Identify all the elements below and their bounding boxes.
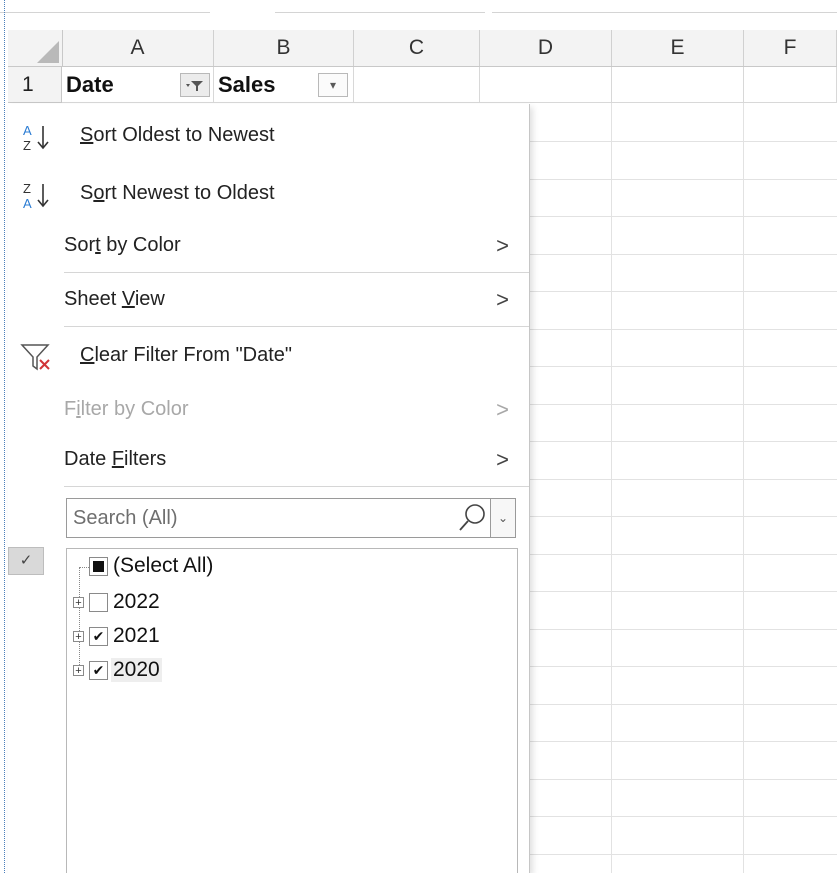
row-header-1[interactable]: 1 <box>8 67 62 103</box>
cell-a1[interactable]: Date <box>62 67 214 103</box>
filter-search-box: ⌄ <box>66 498 516 538</box>
list-item-2022[interactable]: + 2022 <box>67 587 367 619</box>
gridline-horizontal <box>528 816 837 817</box>
list-item-2020[interactable]: + ✔ 2020 <box>67 655 367 687</box>
cell-c1[interactable] <box>354 67 480 103</box>
list-item-label: 2020 <box>111 658 162 682</box>
list-item-label: (Select All) <box>113 554 214 577</box>
cell-d1[interactable] <box>480 67 612 103</box>
column-header-d[interactable]: D <box>480 30 612 66</box>
cell-f1[interactable] <box>744 67 837 103</box>
tree-connector-line <box>79 567 89 568</box>
gridline-horizontal <box>528 553 837 555</box>
gridline-horizontal <box>528 403 837 405</box>
menu-item-filter-by-color: Filter by Color > <box>8 386 529 436</box>
menu-item-sort-oldest-to-newest[interactable]: A Z Sort Oldest to Newest <box>8 112 529 162</box>
checkbox-checked[interactable]: ✔ <box>89 627 108 646</box>
gridline-horizontal <box>528 328 837 330</box>
menu-item-label: Sheet View <box>64 288 165 310</box>
cell-a1-text: Date <box>66 72 114 97</box>
column-header-b[interactable]: B <box>214 30 354 66</box>
chevron-down-icon: ▾ <box>329 78 337 92</box>
gridline-horizontal <box>528 216 837 217</box>
gridline-horizontal <box>528 591 837 592</box>
menu-separator <box>64 486 529 487</box>
gridline-vertical <box>743 103 744 873</box>
menu-item-sort-by-color[interactable]: Sort by Color > <box>8 222 529 272</box>
gridline-horizontal <box>528 516 837 517</box>
checkbox-checked[interactable]: ✔ <box>89 661 108 680</box>
top-strip <box>0 0 837 14</box>
list-item-2021[interactable]: + ✔ 2021 <box>67 621 367 653</box>
gridline-horizontal <box>528 291 837 292</box>
list-item-label: 2021 <box>113 624 160 647</box>
gridline-horizontal <box>528 178 837 180</box>
gridline-horizontal <box>528 141 837 142</box>
column-header-e[interactable]: E <box>612 30 744 66</box>
svg-text:Z: Z <box>23 138 31 153</box>
cell-e1[interactable] <box>612 67 744 103</box>
top-strip-segment <box>275 0 485 13</box>
cell-b1[interactable]: Sales ▾ <box>214 67 354 103</box>
gridline-horizontal <box>528 441 837 442</box>
submenu-arrow-icon: > <box>496 233 509 258</box>
filter-active-icon <box>186 81 203 91</box>
gridline-horizontal <box>528 741 837 742</box>
menu-item-sheet-view[interactable]: Sheet View > <box>8 276 529 326</box>
expand-plus-icon[interactable]: + <box>73 597 84 609</box>
menu-item-label: Sort by Color <box>64 234 181 256</box>
gridline-horizontal <box>528 703 837 705</box>
gridline-horizontal <box>528 666 837 667</box>
menu-item-label: Sort Newest to Oldest <box>80 182 275 204</box>
gridline-horizontal <box>528 253 837 255</box>
gridline-horizontal <box>528 853 837 855</box>
list-item-select-all[interactable]: (Select All) <box>67 551 367 583</box>
submenu-arrow-icon: > <box>496 397 509 422</box>
filter-dropdown-sales[interactable]: ▾ <box>318 73 348 97</box>
menu-item-label: Filter by Color <box>64 398 189 420</box>
gridline-horizontal <box>528 478 837 480</box>
gridline-horizontal <box>528 778 837 780</box>
column-header-f[interactable]: F <box>744 30 837 66</box>
menu-item-label: Date Filters <box>64 448 167 470</box>
gridline-horizontal <box>528 366 837 367</box>
menu-separator <box>64 272 529 273</box>
sort-descending-icon: Z A <box>23 181 49 211</box>
svg-text:A: A <box>23 123 32 138</box>
menu-item-label: Clear Filter From "Date" <box>80 344 293 366</box>
select-all-corner[interactable] <box>8 30 63 67</box>
checkbox-unchecked[interactable] <box>89 593 108 612</box>
sort-ascending-icon: A Z <box>23 123 49 153</box>
svg-text:A: A <box>23 196 32 211</box>
selection-dotted-edge <box>4 0 5 873</box>
gridline-horizontal <box>528 628 837 630</box>
menu-item-clear-filter[interactable]: Clear Filter From "Date" <box>8 332 529 382</box>
submenu-arrow-icon: > <box>496 287 509 312</box>
submenu-arrow-icon: > <box>496 447 509 472</box>
clear-filter-icon <box>20 344 50 371</box>
expand-plus-icon[interactable]: + <box>73 665 84 677</box>
search-icon[interactable] <box>457 500 489 536</box>
svg-text:Z: Z <box>23 181 31 196</box>
filter-dropdown-date[interactable] <box>180 73 210 97</box>
filter-search-input[interactable] <box>67 499 463 537</box>
menu-item-sort-newest-to-oldest[interactable]: Z A Sort Newest to Oldest <box>8 170 529 220</box>
expand-plus-icon[interactable]: + <box>73 631 84 643</box>
menu-separator <box>64 326 529 327</box>
list-item-label: 2022 <box>113 590 160 613</box>
checkmark-icon: ✓ <box>8 547 44 575</box>
top-strip-segment <box>492 0 837 13</box>
filter-values-list: (Select All) + 2022 + ✔ 2021 + ✔ 2020 <box>66 548 518 873</box>
menu-item-label: Sort Oldest to Newest <box>80 124 275 146</box>
menu-item-date-filters[interactable]: Date Filters > <box>8 436 529 486</box>
column-header-c[interactable]: C <box>354 30 480 66</box>
search-options-chevron-down-icon[interactable]: ⌄ <box>490 499 515 537</box>
checkbox-partial[interactable] <box>89 557 108 576</box>
column-header-a[interactable]: A <box>62 30 214 66</box>
cell-b1-text: Sales <box>218 72 276 97</box>
top-strip-segment <box>0 0 210 13</box>
gridline-vertical <box>611 103 612 873</box>
